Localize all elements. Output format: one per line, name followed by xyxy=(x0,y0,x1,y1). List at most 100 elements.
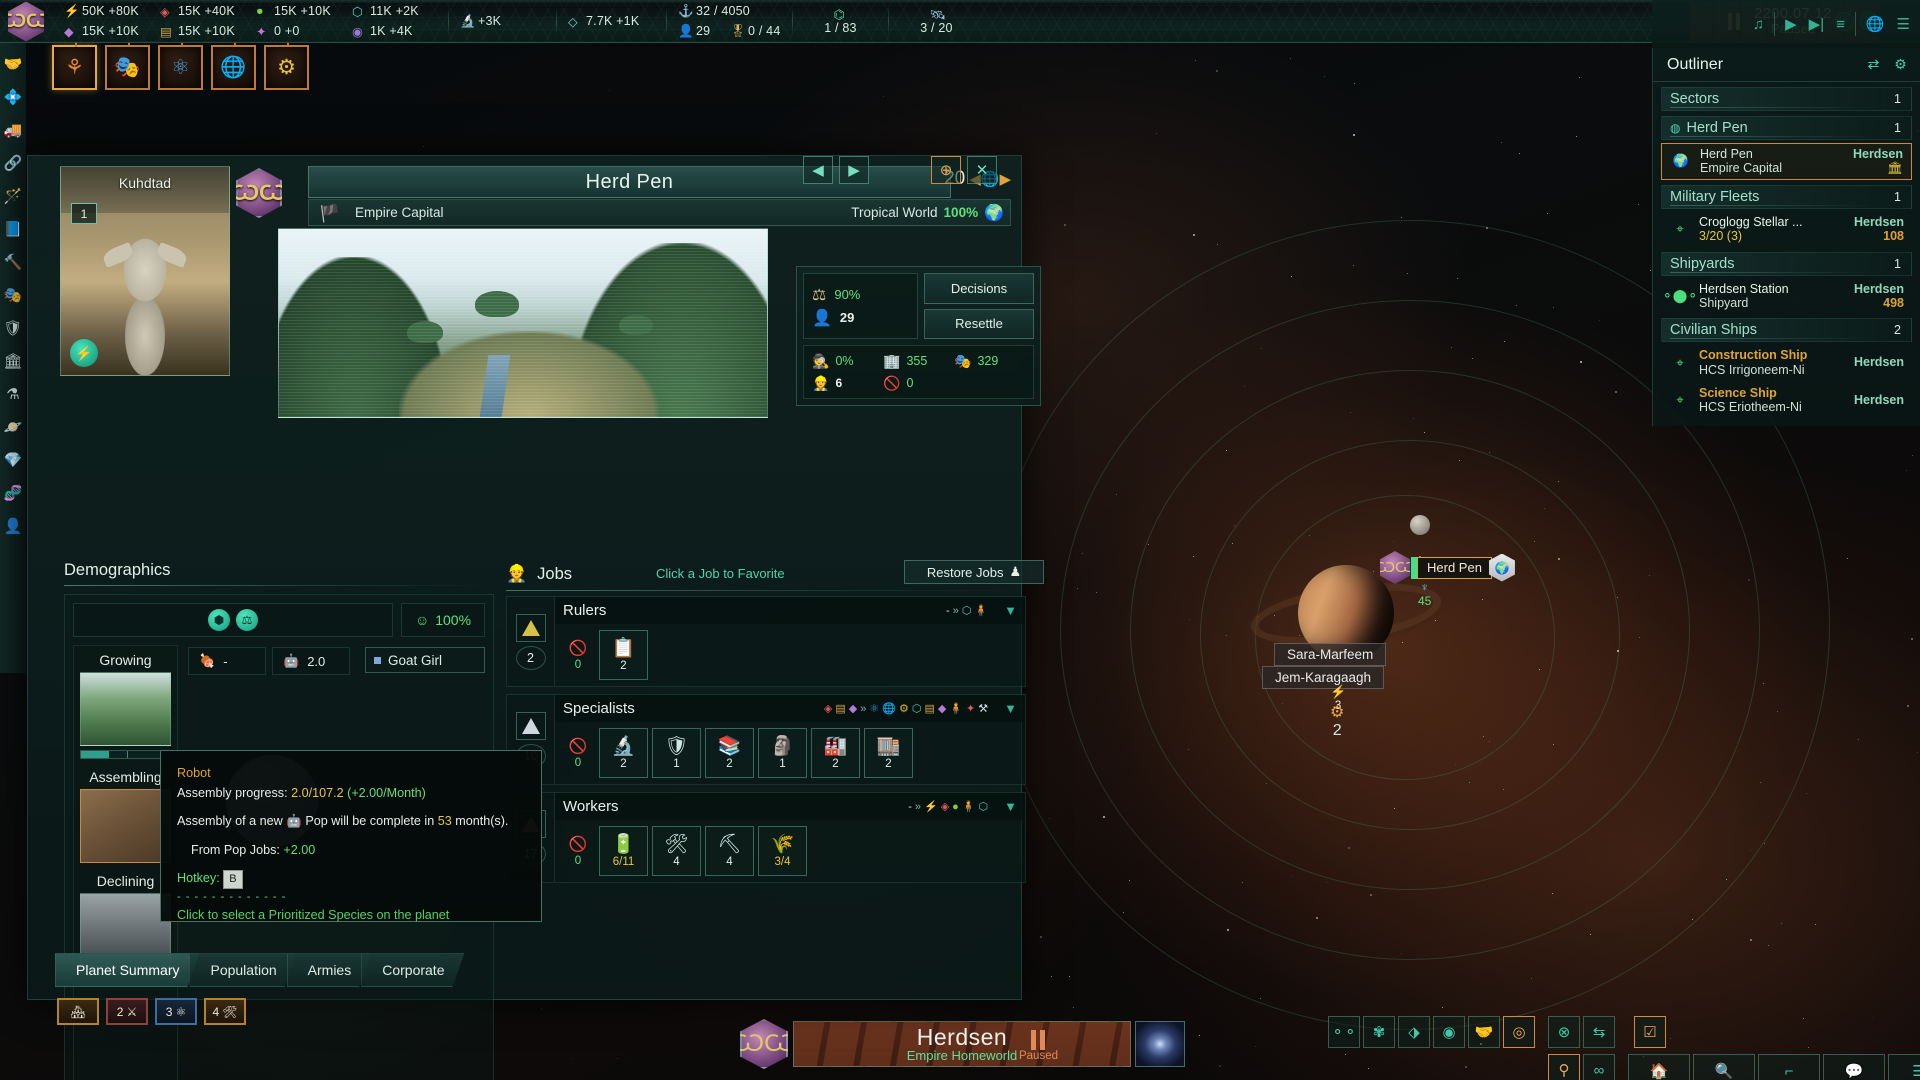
empire-emblem[interactable]: ѠѠ xyxy=(0,0,52,43)
systems-filter-icon[interactable]: ⚬⚬ xyxy=(1328,1016,1360,1048)
science-button[interactable]: 3 ⚛ xyxy=(155,998,197,1025)
job-slot-enforcer[interactable]: 🛡 1 xyxy=(652,728,701,778)
growth-rate-box[interactable]: 🍖 - xyxy=(188,647,266,675)
trade-filter-icon[interactable]: ◎ xyxy=(1503,1016,1535,1048)
factions-button[interactable]: 🎭 xyxy=(105,45,150,90)
job-slot-metallurgist[interactable]: 🏭 2 xyxy=(811,728,860,778)
map-moon[interactable] xyxy=(1410,515,1430,535)
next-planet-button[interactable]: ▶ xyxy=(839,156,869,184)
map-star-label-sara[interactable]: Sara-Marfeem xyxy=(1274,643,1386,666)
resource-research[interactable]: 🔬 +3K xyxy=(454,14,550,28)
leader-portrait[interactable]: Kuhdtad 1 ⚡ xyxy=(60,166,230,376)
pin-icon[interactable]: ⚲ xyxy=(1548,1054,1580,1080)
galaxy-map-icon[interactable] xyxy=(1135,1021,1185,1067)
job-slot-ruler[interactable]: 📋 2 xyxy=(599,630,648,680)
center-camera-icon[interactable]: ⊗ xyxy=(1548,1016,1580,1048)
galactic-community-icon[interactable]: 🔨 xyxy=(2,251,24,273)
resource-unity[interactable]: ◉ 1K +4K xyxy=(346,24,442,38)
job-slot-researcher[interactable]: 🔬 2 xyxy=(599,728,648,778)
assembly-rate-box[interactable]: 🤖 2.0 xyxy=(272,647,350,675)
outliner-section-herd-pen[interactable]: ◍ Herd Pen 1 xyxy=(1661,116,1912,140)
music-note-icon[interactable]: ♫ xyxy=(1753,16,1764,33)
ruler-icon[interactable]: ⌐ xyxy=(1758,1054,1820,1080)
naval-capacity[interactable]: ⚓ 32 / 4050 xyxy=(672,4,768,18)
outliner-item-fleet[interactable]: ⌖ Croglogg Stellar ... 3/20 (3) Herdsen … xyxy=(1661,212,1912,247)
close-button[interactable]: ✕ xyxy=(967,156,997,184)
resource-crystal[interactable]: ◇ 7.7K +1K xyxy=(562,14,660,28)
trade-routes-icon[interactable]: 🚚 xyxy=(2,119,24,141)
map-star-label-jem[interactable]: Jem-Karagaagh xyxy=(1262,666,1384,689)
market-icon[interactable]: 💠 xyxy=(2,86,24,108)
open-jobs-stat[interactable]: 👷 6 xyxy=(812,375,883,392)
resource-energy[interactable]: ⚡ 50K +80K xyxy=(58,4,154,18)
crime-stat[interactable]: 🕵 0% xyxy=(812,353,883,370)
species-legend-goat-girl[interactable]: Goat Girl xyxy=(365,647,485,673)
ledger-icon[interactable]: 📘 xyxy=(2,218,24,240)
pop-count[interactable]: 👤 29 xyxy=(672,24,724,38)
search-galaxy-icon[interactable]: 🔍 xyxy=(1693,1054,1755,1080)
diplomacy-filter-icon[interactable]: 🤝 xyxy=(1468,1016,1500,1048)
outliner-item-construction-ship[interactable]: ⌖ Construction Ship HCS Irrigoneem-Ni He… xyxy=(1661,345,1912,380)
planet-portrait-hex[interactable]: 🌍 xyxy=(1489,554,1515,582)
stability-row[interactable]: ⚖ 90% xyxy=(812,285,909,305)
chat-icon[interactable]: 💬 xyxy=(1823,1054,1885,1080)
leaders-icon[interactable]: 👤 xyxy=(2,515,24,537)
job-slot-artisan[interactable]: 🗿 1 xyxy=(758,728,807,778)
resource-influence[interactable]: ✦ 0 +0 xyxy=(250,24,346,38)
job-slot-technician[interactable]: 🔋 6/11 xyxy=(599,826,648,876)
home-planet-icon[interactable]: 🏠 xyxy=(1628,1054,1690,1080)
checklist-icon[interactable]: ☑ xyxy=(1634,1016,1666,1048)
sensor-filter-icon[interactable]: ◉ xyxy=(1433,1016,1465,1048)
job-slot-artisan-worker[interactable]: 🛠 4 xyxy=(652,826,701,876)
play-icon[interactable]: ▶ xyxy=(1785,15,1797,33)
job-slot-artificer[interactable]: 🏬 2 xyxy=(864,728,913,778)
restore-jobs-button[interactable]: Restore Jobs ♟ xyxy=(904,560,1044,584)
collapse-chevron-icon[interactable]: ▼ xyxy=(1004,701,1017,716)
outliner-item-herd-pen[interactable]: 🌍 Herd Pen Empire Capital Herdsen 🏛 xyxy=(1661,143,1912,180)
job-slot-miner[interactable]: ⛏ 4 xyxy=(705,826,754,876)
military-button[interactable]: 2 ⚔ xyxy=(106,998,148,1025)
pop-card-assembling[interactable]: Assembling xyxy=(80,769,171,863)
government-button[interactable]: ⚘ xyxy=(52,45,97,90)
empire-name-strip[interactable]: Herdsen Empire Homeworld Paused xyxy=(793,1021,1131,1067)
resource-food[interactable]: ● 15K +10K xyxy=(250,4,346,18)
outliner-section-sectors[interactable]: Sectors 1 xyxy=(1661,87,1912,111)
research-agreements-icon[interactable]: ⚗ xyxy=(2,383,24,405)
tab-population[interactable]: Population xyxy=(189,953,296,987)
outliner-section-military-fleets[interactable]: Military Fleets 1 xyxy=(1661,185,1912,209)
outliner-item-shipyard[interactable]: ⚬⬤⚬ Herdsen Station Shipyard Herdsen 498 xyxy=(1661,279,1912,314)
tab-corporate[interactable]: Corporate xyxy=(361,953,464,987)
link-icon[interactable]: ∞ xyxy=(1583,1054,1615,1080)
job-slot-bureaucrat[interactable]: 📚 2 xyxy=(705,728,754,778)
next-track-icon[interactable]: ▶| xyxy=(1809,15,1824,33)
technology-button[interactable]: ⚛ xyxy=(158,45,203,90)
refresh-icon[interactable]: ⇄ xyxy=(1864,55,1883,74)
empire-emblem-bottom[interactable]: ѠѠ xyxy=(735,1018,793,1070)
pop-card-growing[interactable]: Growing xyxy=(80,652,171,759)
resource-consumer-goods[interactable]: ⬡ 11K +2K xyxy=(346,4,442,18)
collapse-chevron-icon[interactable]: ▼ xyxy=(1004,603,1017,618)
alliance-icon[interactable]: 🔗 xyxy=(2,152,24,174)
megastructures-icon[interactable]: 🏛 xyxy=(2,350,24,372)
resettle-button[interactable]: Resettle xyxy=(924,309,1034,340)
starbase-count[interactable]: 🛰 3 / 20 xyxy=(901,7,971,35)
archaeology-icon[interactable]: 💎 xyxy=(2,449,24,471)
genetics-icon[interactable]: 🧬 xyxy=(2,482,24,504)
systems-count[interactable]: ⌬ 1 / 83 xyxy=(805,7,875,35)
balance-icon[interactable]: ⚖ xyxy=(236,609,258,631)
ethics-traits-box[interactable]: ⬢ ⚖ xyxy=(73,603,393,637)
leader-count[interactable]: 🎖 0 / 44 xyxy=(724,24,786,38)
planet-name-pill[interactable]: Herd Pen xyxy=(1417,557,1492,579)
ethics-icon[interactable]: ⬢ xyxy=(208,609,230,631)
playlist-icon[interactable]: ≡ xyxy=(1836,16,1845,33)
happiness-box[interactable]: ☺ 100% xyxy=(401,603,485,637)
gear-icon[interactable]: ⚙ xyxy=(1891,55,1910,74)
situation-log-button[interactable]: 🌐 xyxy=(211,45,256,90)
housing-stat[interactable]: 🏢 355 xyxy=(883,353,954,370)
prev-planet-button[interactable]: ◀ xyxy=(803,156,833,184)
list-icon[interactable]: ☰ xyxy=(1897,15,1910,33)
amenities-stat[interactable]: 🎭 329 xyxy=(954,353,1025,370)
resource-minerals[interactable]: ◈ 15K +40K xyxy=(154,4,250,18)
swap-view-icon[interactable]: ⇆ xyxy=(1583,1016,1615,1048)
outliner-item-science-ship[interactable]: ⌖ Science Ship HCS Eriotheem-Ni Herdsen xyxy=(1661,383,1912,418)
